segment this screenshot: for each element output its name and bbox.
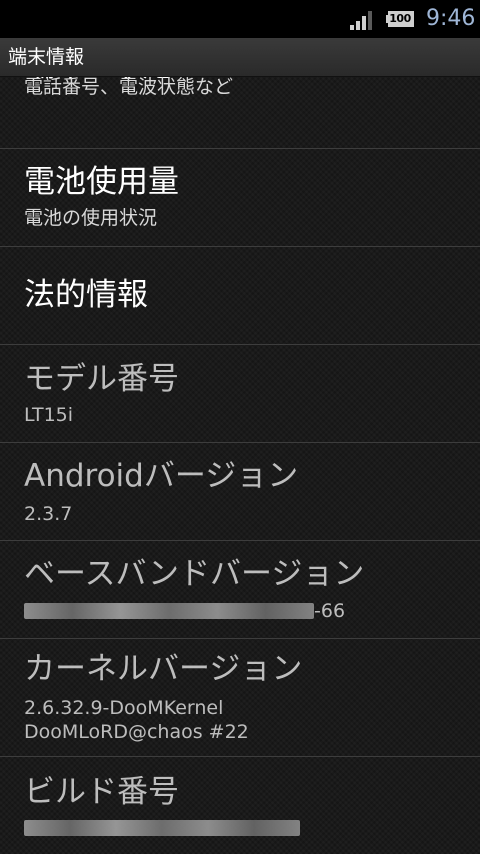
redacted-baseband-text — [24, 603, 314, 619]
settings-list[interactable]: 端末の状態 電話番号、電波状態など 電池使用量 電池の使用状況 法的情報 モデル… — [0, 76, 480, 854]
battery-icon: 100 — [386, 11, 414, 27]
settings-item-summary: LT15i — [24, 404, 74, 426]
settings-item-title: カーネルバージョン — [24, 651, 303, 687]
settings-item-summary-line1: 2.6.32.9-DooMKernel — [24, 697, 224, 719]
settings-item-title: Androidバージョン — [24, 458, 299, 494]
settings-item-title: 電池使用量 — [24, 164, 179, 200]
settings-item-summary: 2.3.7 — [24, 503, 73, 525]
status-clock: 9:46 — [426, 6, 476, 31]
status-bar: 100 9:46 — [0, 0, 480, 38]
settings-item-title: ビルド番号 — [24, 774, 179, 810]
signal-strength-icon — [350, 11, 372, 30]
battery-level-text: 100 — [389, 12, 411, 25]
settings-item-battery-usage[interactable]: 電池使用量 電池の使用状況 — [0, 149, 480, 246]
settings-item-summary-suffix: -66 — [314, 600, 346, 622]
settings-item-android-version: Androidバージョン 2.3.7 — [0, 443, 480, 540]
settings-item-title: モデル番号 — [24, 361, 179, 397]
redacted-build-number-text — [24, 820, 300, 836]
settings-item-summary-line2: DooMLoRD@chaos #22 — [24, 721, 249, 743]
settings-item-model-number: モデル番号 LT15i — [0, 345, 480, 442]
settings-item-build-number: ビルド番号 — [0, 757, 480, 854]
settings-item-title: 法的情報 — [24, 277, 148, 313]
settings-item-title: ベースバンドバージョン — [24, 556, 365, 592]
title-bar: 端末情報 — [0, 38, 480, 77]
settings-item-device-status[interactable]: 端末の状態 電話番号、電波状態など — [0, 76, 480, 148]
settings-item-kernel-version: カーネルバージョン 2.6.32.9-DooMKernel DooMLoRD@c… — [0, 639, 480, 756]
settings-item-summary: 電話番号、電波状態など — [24, 76, 234, 98]
page-title: 端末情報 — [8, 46, 85, 68]
settings-item-baseband-version: ベースバンドバージョン -66 — [0, 541, 480, 638]
settings-item-summary: 電池の使用状況 — [24, 207, 158, 229]
settings-item-legal-info[interactable]: 法的情報 — [0, 247, 480, 344]
